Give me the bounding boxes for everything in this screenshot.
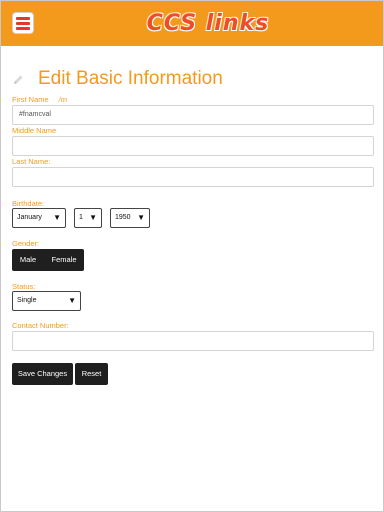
pencil-icon <box>14 75 23 84</box>
reset-button[interactable]: Reset <box>75 363 108 385</box>
first-name-field[interactable]: #fnamcval <box>12 105 374 125</box>
birth-day-select[interactable]: 1 ▼ <box>74 208 102 228</box>
contact-number-label: Contact Number: <box>12 321 69 330</box>
page-title-row: Edit Basic Information <box>12 66 372 94</box>
app-header: CCS links <box>1 1 383 46</box>
chevron-down-icon: ▼ <box>68 296 76 305</box>
app-logo: CCS links <box>146 11 270 36</box>
middle-name-label: Middle Name <box>12 126 57 135</box>
last-name-field[interactable] <box>12 167 374 187</box>
chevron-down-icon: ▼ <box>137 213 145 222</box>
page-title: Edit Basic Information <box>38 68 223 89</box>
gender-male-button[interactable]: Male <box>12 249 44 271</box>
gender-label: Gender: <box>12 239 40 248</box>
middle-name-field[interactable] <box>12 136 374 156</box>
birth-month-value: January <box>17 214 42 221</box>
chevron-down-icon: ▼ <box>89 213 97 222</box>
first-name-value: #fnamcval <box>19 111 51 118</box>
last-name-label: Last Name: <box>12 157 51 166</box>
contact-number-field[interactable] <box>12 331 374 351</box>
first-name-hint: /m <box>58 95 68 104</box>
birth-year-value: 1950 <box>115 214 131 221</box>
hamburger-menu-icon[interactable] <box>13 13 33 33</box>
first-name-label-text: First Name <box>12 95 49 104</box>
save-changes-button[interactable]: Save Changes <box>12 363 73 385</box>
birth-year-select[interactable]: 1950 ▼ <box>110 208 150 228</box>
chevron-down-icon: ▼ <box>53 213 61 222</box>
first-name-label: First Name/m <box>12 95 67 105</box>
status-value: Single <box>17 297 37 304</box>
gender-toggle: Male Female <box>12 249 84 271</box>
status-select[interactable]: Single ▼ <box>12 291 81 311</box>
birth-month-select[interactable]: January ▼ <box>12 208 66 228</box>
birth-day-value: 1 <box>79 214 83 221</box>
gender-female-button[interactable]: Female <box>44 249 84 271</box>
